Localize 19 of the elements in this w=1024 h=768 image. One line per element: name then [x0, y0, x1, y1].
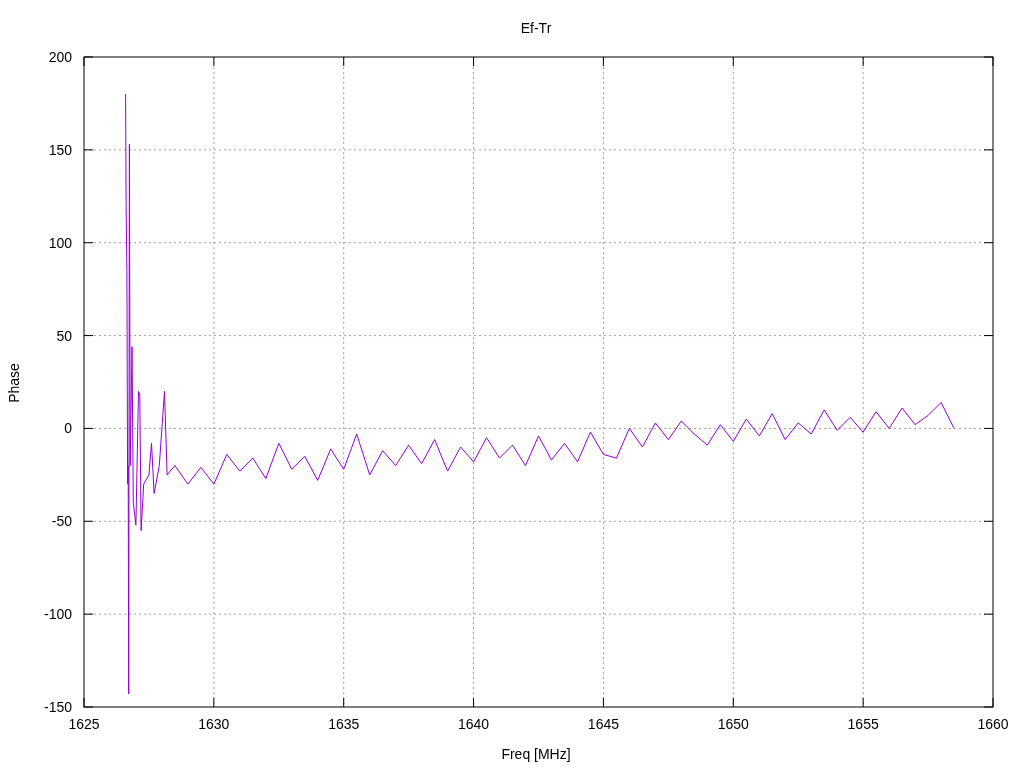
tick-label: 1655 — [847, 716, 879, 732]
tick-label: 150 — [48, 141, 72, 158]
tick-label: 50 — [56, 327, 72, 344]
tick-label: 100 — [48, 234, 72, 251]
tick-label: -100 — [43, 606, 72, 623]
tick-label: 200 — [48, 49, 72, 65]
tick-label: 1645 — [587, 716, 619, 732]
tick-label: -50 — [51, 513, 72, 530]
chart-title: Ef-Tr — [520, 20, 552, 36]
tick-label: 1650 — [717, 716, 749, 732]
tick-label: 1660 — [977, 716, 1009, 732]
tick-label: 0 — [64, 420, 72, 437]
x-axis-label: Freq [MHz] — [501, 746, 571, 762]
tick-label: 1635 — [328, 716, 360, 732]
tick-label: -150 — [43, 699, 72, 715]
y-axis-label: Phase — [6, 363, 22, 403]
tick-label: 1625 — [68, 716, 100, 732]
tick-label: 1630 — [198, 716, 230, 732]
tick-label: 1640 — [458, 716, 490, 732]
